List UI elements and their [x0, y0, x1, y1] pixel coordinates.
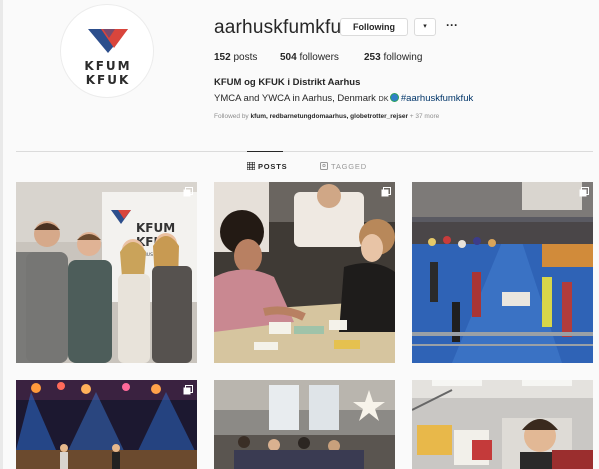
multiple-posts-icon — [183, 385, 193, 395]
tabs-divider — [16, 151, 593, 152]
suggested-accounts-button[interactable]: ▾ — [414, 18, 436, 36]
followed-by-more: + 37 more — [407, 113, 440, 120]
grid-icon — [247, 162, 255, 170]
followed-by-prefix: Followed by — [214, 113, 251, 120]
tab-tagged-label: TAGGED — [331, 162, 367, 171]
more-icon: ··· — [446, 18, 458, 32]
post-thumbnail-2[interactable] — [214, 182, 395, 363]
bio-flag-text: DK — [378, 96, 389, 103]
multiple-posts-icon — [183, 187, 193, 197]
profile-header: KFUM KFUK aarhuskfumkfuk Following ▾ ···… — [0, 0, 599, 150]
followed-by[interactable]: Followed by kfum, redbarnetungdomaarhus,… — [214, 113, 439, 120]
multiple-posts-icon — [381, 187, 391, 197]
following-count: 253 — [364, 52, 381, 63]
post-photo-group: KFUM KFUK AARHUS DISTRICT — [16, 182, 197, 363]
post-thumbnail-6[interactable] — [412, 380, 593, 469]
tab-tagged[interactable]: TAGGED — [320, 162, 367, 171]
posts-count: 152 — [214, 52, 231, 63]
post-photo-office — [412, 380, 593, 469]
post-photo-boardgame — [214, 182, 395, 363]
profile-avatar[interactable]: KFUM KFUK — [60, 4, 154, 98]
bio-hashtag-link[interactable]: #aarhuskfumkfuk — [401, 93, 473, 104]
active-tab-indicator — [247, 151, 283, 152]
banner-text-kfum: KFUM — [136, 221, 175, 235]
post-photo-concert — [16, 380, 197, 469]
post-thumbnail-1[interactable]: KFUM KFUK AARHUS DISTRICT — [16, 182, 197, 363]
post-thumbnail-5[interactable] — [214, 380, 395, 469]
post-photo-sportshall — [412, 182, 593, 363]
profile-full-name: KFUM og KFUK i Distrikt Aarhus — [214, 77, 361, 88]
post-photo-room — [214, 380, 395, 469]
globe-icon — [389, 93, 399, 102]
following-label: following — [383, 52, 423, 63]
followers-label: followers — [299, 52, 339, 63]
posts-label: posts — [233, 52, 258, 63]
logo-text-line1: KFUM — [84, 59, 132, 73]
multiple-posts-icon — [579, 187, 589, 197]
bio-text: YMCA and YWCA in Aarhus, Denmark — [214, 93, 379, 104]
following-button[interactable]: Following — [340, 18, 408, 36]
stat-followers[interactable]: 504 followers — [280, 52, 339, 63]
followers-count: 504 — [280, 52, 297, 63]
stat-following[interactable]: 253 following — [364, 52, 422, 63]
post-thumbnail-4[interactable] — [16, 380, 197, 469]
tab-posts[interactable]: POSTS — [247, 162, 287, 171]
more-options-button[interactable]: ··· — [443, 18, 461, 36]
tag-icon — [320, 162, 328, 170]
profile-username: aarhuskfumkfuk — [214, 17, 351, 38]
logo-text-line2: KFUK — [85, 73, 131, 87]
profile-bio: YMCA and YWCA in Aarhus, Denmark DK #aarh… — [214, 93, 473, 104]
chevron-down-icon: ▾ — [423, 23, 427, 30]
followed-by-names: kfum, redbarnetungdomaarhus, globetrotte… — [250, 113, 408, 120]
tab-posts-label: POSTS — [258, 162, 288, 171]
stat-posts: 152 posts — [214, 52, 257, 63]
post-thumbnail-3[interactable] — [412, 182, 593, 363]
